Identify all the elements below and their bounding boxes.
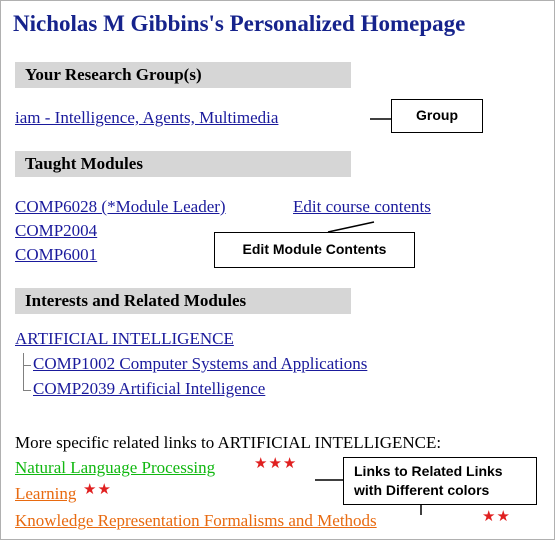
edit-course-contents-link[interactable]: Edit course contents bbox=[293, 197, 431, 217]
callout-group: Group bbox=[391, 99, 483, 133]
specific-links-intro: More specific related links to ARTIFICIA… bbox=[15, 433, 442, 452]
related-link-natural-language-processing[interactable]: Natural Language Processing bbox=[15, 458, 215, 478]
section-header-taught-modules: Taught Modules bbox=[15, 151, 351, 177]
interest-topic-link[interactable]: ARTIFICIAL INTELLIGENCE bbox=[15, 329, 234, 349]
research-group-link[interactable]: iam - Intelligence, Agents, Multimedia bbox=[15, 108, 278, 128]
tree-connector bbox=[19, 353, 31, 391]
callout-edit-module-contents: Edit Module Contents bbox=[214, 232, 415, 268]
rating-stars-icon: ★★ bbox=[83, 482, 112, 498]
callout-related-links-colors: Links to Related Links with Different co… bbox=[343, 457, 537, 505]
section-header-research-groups: Your Research Group(s) bbox=[15, 62, 351, 88]
callout-line-2: with Different colors bbox=[354, 482, 490, 498]
rating-stars-icon: ★★ bbox=[482, 509, 511, 525]
related-module-link-comp1002[interactable]: COMP1002 Computer Systems and Applicatio… bbox=[33, 354, 367, 374]
page-title: Nicholas M Gibbins's Personalized Homepa… bbox=[13, 11, 466, 36]
module-link-comp2004[interactable]: COMP2004 bbox=[15, 221, 97, 241]
rating-stars-icon: ★★★ bbox=[254, 456, 298, 472]
callout-line-1: Links to Related Links bbox=[354, 463, 503, 479]
homepage-panel: Nicholas M Gibbins's Personalized Homepa… bbox=[0, 0, 555, 540]
module-link-comp6028[interactable]: COMP6028 (*Module Leader) bbox=[15, 197, 226, 217]
section-header-interests: Interests and Related Modules bbox=[15, 288, 351, 314]
module-link-comp6001[interactable]: COMP6001 bbox=[15, 245, 97, 265]
related-module-link-comp2039[interactable]: COMP2039 Artificial Intelligence bbox=[33, 379, 265, 399]
related-link-learning[interactable]: Learning bbox=[15, 484, 76, 504]
related-link-knowledge-representation[interactable]: Knowledge Representation Formalisms and … bbox=[15, 511, 377, 531]
